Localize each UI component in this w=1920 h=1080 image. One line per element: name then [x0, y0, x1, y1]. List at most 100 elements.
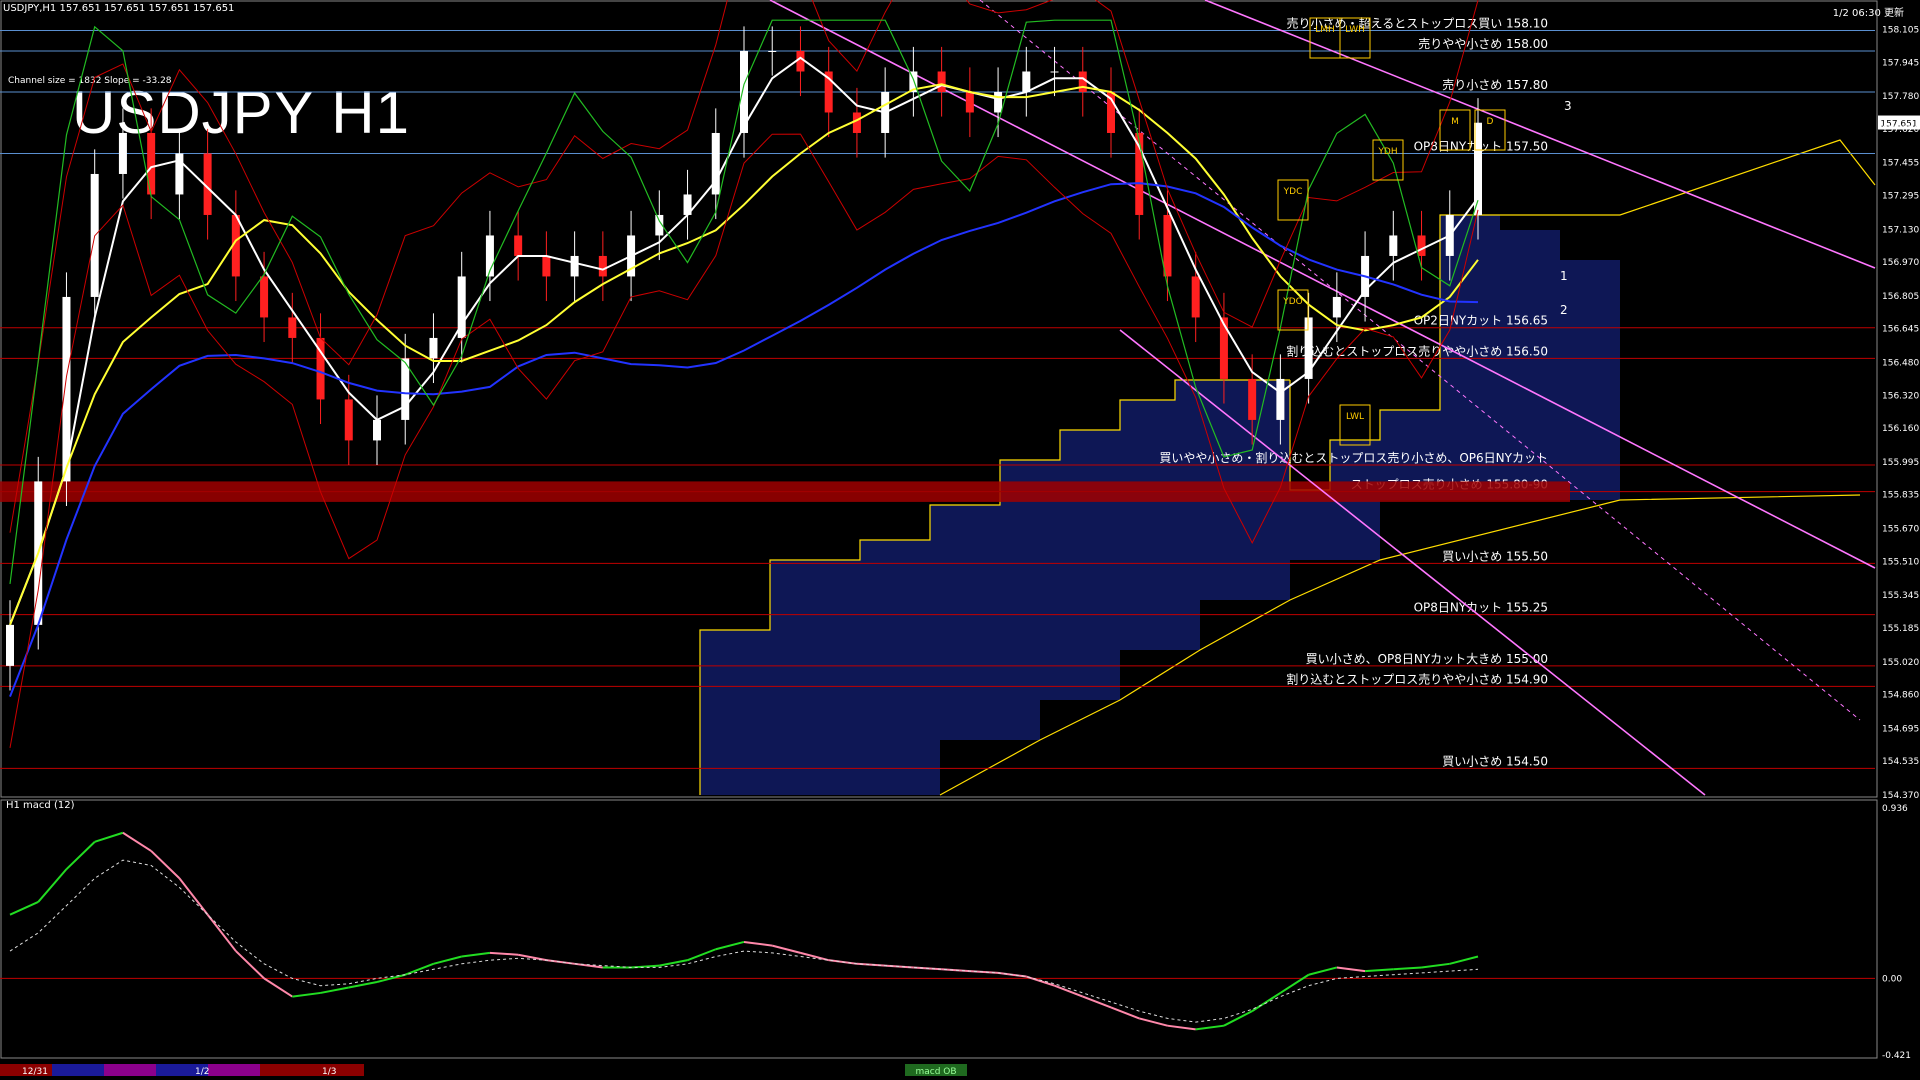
price-tick-label: 156.805 [1882, 292, 1919, 302]
macd-segment [206, 914, 237, 952]
macd-segment [489, 951, 519, 956]
macd-segment [461, 951, 491, 958]
price-tick-label: 156.160 [1882, 424, 1919, 434]
macd-segment [320, 986, 349, 994]
candle-body [542, 255, 551, 277]
price-tick-label: 154.535 [1882, 757, 1919, 767]
macd-segment [263, 977, 293, 998]
candle-body [1163, 214, 1172, 277]
time-axis-label: 12/31 [22, 1067, 48, 1077]
level-label: 買い小さめ、OP8日NYカット大きめ 155.00 [1306, 652, 1548, 666]
box-marker [1339, 404, 1371, 446]
price-chart: 売り小さめ・超えるとストップロス買い 158.10売りやや小さめ 158.00売… [0, 0, 1920, 1077]
time-bar-segment [52, 1064, 104, 1076]
candle-body [373, 419, 381, 441]
level-label: 売り小さめ 157.80 [1442, 77, 1548, 92]
macd-segment [1279, 973, 1310, 994]
channel-number-label: 1 [1560, 269, 1568, 283]
macd-segment [1449, 955, 1479, 965]
macd-segment [65, 841, 96, 870]
box-label: D [1487, 117, 1494, 127]
price-tick-label: 154.695 [1882, 724, 1919, 734]
macd-segment [235, 950, 265, 980]
macd-segment [122, 831, 152, 852]
candle-body [768, 50, 777, 52]
price-tick-label: 155.345 [1882, 591, 1919, 601]
price-tick-label: 157.620 [1882, 125, 1919, 135]
price-tick-label: 157.780 [1882, 92, 1919, 102]
time-bar-segment [208, 1064, 260, 1076]
candle-body [6, 624, 14, 666]
macd-segment [1167, 1024, 1196, 1031]
candle-body [1191, 276, 1200, 318]
time-bar-segment [312, 1064, 364, 1076]
candle-body [994, 91, 1003, 113]
macd-segment [1336, 966, 1366, 973]
time-axis-label: 1/2 [195, 1067, 209, 1077]
macd-segment [1054, 984, 1084, 998]
macd-tick-label: 0.936 [1882, 804, 1908, 814]
price-tick-label: 157.295 [1882, 191, 1919, 201]
macd-segment [1421, 962, 1450, 969]
box-label: YDH [1377, 147, 1397, 157]
macd-ob-label: macd OB [915, 1067, 956, 1077]
level-label: OP2日NYカット 156.65 [1414, 314, 1548, 328]
price-tick-label: 156.970 [1882, 258, 1919, 268]
macd-segment [771, 944, 801, 954]
price-tick-label: 157.945 [1882, 58, 1919, 68]
candle-body [1332, 296, 1341, 318]
candle-body [1276, 378, 1285, 420]
macd-segment [404, 962, 434, 976]
macd-segment [94, 831, 124, 843]
candle-body [1022, 71, 1031, 92]
candle-body [118, 132, 127, 174]
macd-segment [517, 953, 547, 962]
macd-segment [348, 981, 378, 989]
level-label: 割り込むとストップロス売りやや小さめ 156.50 [1286, 343, 1548, 358]
candle-body [147, 132, 156, 195]
macd-segment [1393, 966, 1422, 971]
macd-segment [1251, 992, 1281, 1012]
macd-segment [715, 940, 745, 951]
macd-segment [1138, 1017, 1168, 1027]
candle-body [344, 399, 353, 441]
candle-body [1219, 317, 1228, 379]
box-label: LWL [1346, 412, 1364, 422]
price-tick-label: 154.370 [1882, 791, 1919, 801]
candle-body [1389, 235, 1398, 256]
box-marker [1277, 289, 1309, 331]
price-tick-label: 157.130 [1882, 225, 1919, 235]
candle-body [260, 276, 269, 318]
chart-stage: USDJPY,H1 157.651 157.651 157.651 157.65… [0, 0, 1920, 1080]
price-tick-label: 155.020 [1882, 658, 1919, 668]
level-label: 売りやや小さめ 158.00 [1418, 36, 1548, 51]
level-label: 買い小さめ 154.50 [1442, 754, 1548, 768]
time-axis-label: 1/3 [322, 1067, 336, 1077]
box-label: YDC [1283, 187, 1303, 197]
price-tick-label: 155.185 [1882, 624, 1919, 634]
level-label: 割り込むとストップロス売りやや小さめ 154.90 [1286, 671, 1548, 686]
macd-segment [800, 951, 829, 962]
candle-body [288, 317, 297, 338]
macd-segment [150, 850, 181, 879]
candle-body [429, 337, 438, 359]
price-tick-label: 155.670 [1882, 525, 1919, 535]
price-tick-label: 157.455 [1882, 159, 1919, 169]
candle-body [796, 50, 805, 72]
macd-segment [178, 877, 209, 916]
price-tick-label: 155.835 [1882, 491, 1919, 501]
price-tick-label: 155.510 [1882, 557, 1919, 567]
macd-signal-line [9, 859, 1479, 1023]
box-marker [1372, 139, 1404, 181]
macd-segment [37, 868, 68, 903]
macd-segment [1110, 1006, 1140, 1020]
level-label: 買いやや小さめ・割り込むとストップロス売り小さめ、OP6日NYカット [1159, 450, 1548, 465]
price-tick-label: 158.105 [1882, 25, 1919, 35]
macd-tick-label: -0.421 [1882, 1051, 1911, 1061]
price-tick-label: 156.480 [1882, 359, 1919, 369]
macd-segment [1308, 966, 1338, 976]
macd-segment [687, 948, 717, 962]
candle-body [570, 255, 579, 277]
box-label: LWH [1345, 25, 1365, 35]
level-label: OP8日NYカット 155.25 [1414, 601, 1548, 615]
